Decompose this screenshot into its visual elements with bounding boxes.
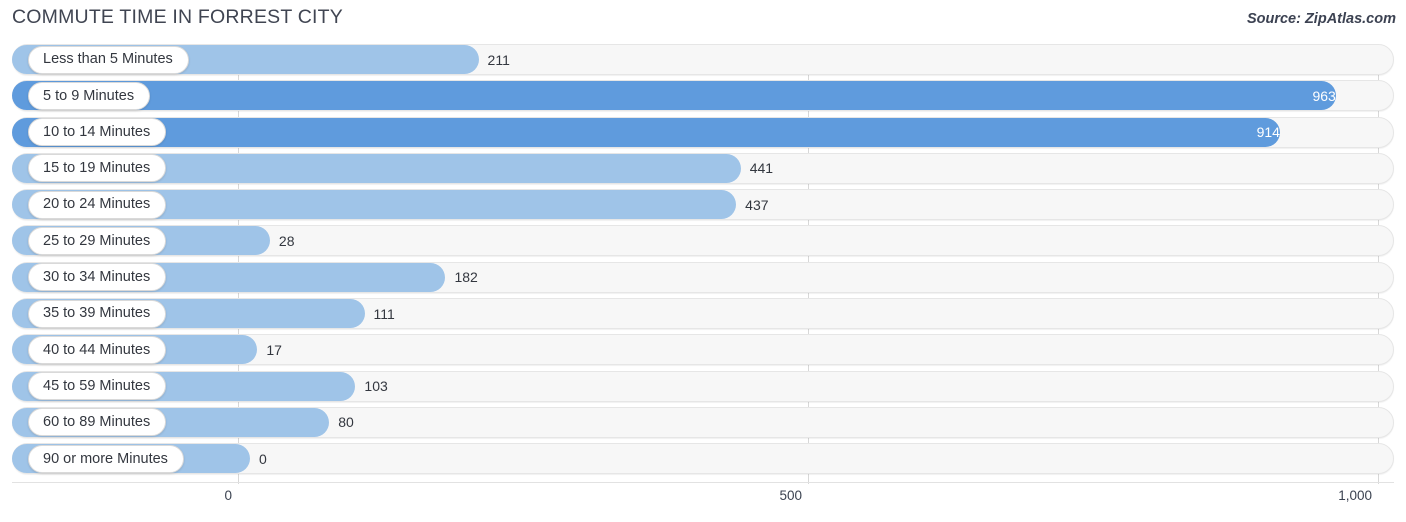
bar-value-label: 28 <box>278 232 295 249</box>
bar-row: 20 to 24 Minutes 437 <box>0 189 1406 221</box>
bar-row: 60 to 89 Minutes 80 <box>0 406 1406 438</box>
bar-value-label: 182 <box>454 269 478 286</box>
bar-category-label-text: 25 to 29 Minutes <box>43 232 151 249</box>
bar-value-label: 437 <box>745 196 769 213</box>
bar-row: 35 to 39 Minutes 111 <box>0 298 1406 330</box>
bar-value-label: 17 <box>266 341 282 358</box>
bar-category-label-text: 35 to 39 Minutes <box>43 305 151 322</box>
bar-value-label: 80 <box>338 414 354 431</box>
bar-category-label-text: Less than 5 Minutes <box>43 51 173 68</box>
bar-value-label: 211 <box>487 51 510 68</box>
x-axis-tick-label: 500 <box>779 488 802 503</box>
bar-category-label-text: 45 to 59 Minutes <box>43 377 151 394</box>
bar-row: 25 to 29 Minutes 28 <box>0 225 1406 257</box>
bar-category-label: 35 to 39 Minutes <box>28 299 167 328</box>
bar-value-label: 441 <box>749 160 774 177</box>
bar-category-label-text: 20 to 24 Minutes <box>43 196 151 213</box>
axis-rule <box>12 482 1394 483</box>
bar-row: 10 to 14 Minutes 914 <box>0 116 1406 148</box>
bar-category-label: 90 or more Minutes <box>28 444 184 473</box>
bar-category-label-text: 90 or more Minutes <box>43 450 168 467</box>
bar-value-label: 914 <box>1256 124 1280 141</box>
bar-category-label: 60 to 89 Minutes <box>28 408 167 437</box>
bar-category-label: 20 to 24 Minutes <box>28 190 167 219</box>
bar-category-label: Less than 5 Minutes <box>28 45 189 74</box>
bar-row: 5 to 9 Minutes 963 <box>0 80 1406 112</box>
x-axis-tick-label: 0 <box>224 488 232 503</box>
page-title: COMMUTE TIME IN FORREST CITY <box>12 6 343 28</box>
bar-category-label: 25 to 29 Minutes <box>28 226 167 255</box>
bar-value-label: 111 <box>373 305 395 322</box>
bar-row: 90 or more Minutes 0 <box>0 443 1406 475</box>
chart-header: COMMUTE TIME IN FORREST CITY Source: Zip… <box>0 0 1406 44</box>
bar-row: 15 to 19 Minutes 441 <box>0 152 1406 184</box>
bar-rows: Less than 5 Minutes 211 5 to 9 Minutes 963 1… <box>0 44 1406 480</box>
chart-plot-area: Less than 5 Minutes 211 5 to 9 Minutes 963 1… <box>0 44 1406 484</box>
bar-row: 40 to 44 Minutes 17 <box>0 334 1406 366</box>
x-axis-tick-label: 1,000 <box>1338 488 1372 503</box>
bar-value-label: 103 <box>364 378 388 395</box>
bar-row: 45 to 59 Minutes 103 <box>0 370 1406 402</box>
bar-row: 30 to 34 Minutes 182 <box>0 261 1406 293</box>
bar-value-label: 963 <box>1312 87 1336 104</box>
bar-category-label: 15 to 19 Minutes <box>28 154 167 183</box>
bar-value-label: 0 <box>259 450 267 467</box>
bar-category-label: 45 to 59 Minutes <box>28 372 167 401</box>
x-axis: 0 500 1,000 <box>0 482 1406 522</box>
bar-category-label: 40 to 44 Minutes <box>28 335 167 364</box>
bar-category-label: 30 to 34 Minutes <box>28 263 167 292</box>
bar-category-label-text: 30 to 34 Minutes <box>43 269 151 286</box>
bar-category-label-text: 60 to 89 Minutes <box>43 414 151 431</box>
bar-row: Less than 5 Minutes 211 <box>0 44 1406 75</box>
bar-category-label-text: 40 to 44 Minutes <box>43 341 151 358</box>
bar-category-label-text: 15 to 19 Minutes <box>43 160 151 177</box>
source-attribution: Source: ZipAtlas.com <box>1246 11 1396 27</box>
